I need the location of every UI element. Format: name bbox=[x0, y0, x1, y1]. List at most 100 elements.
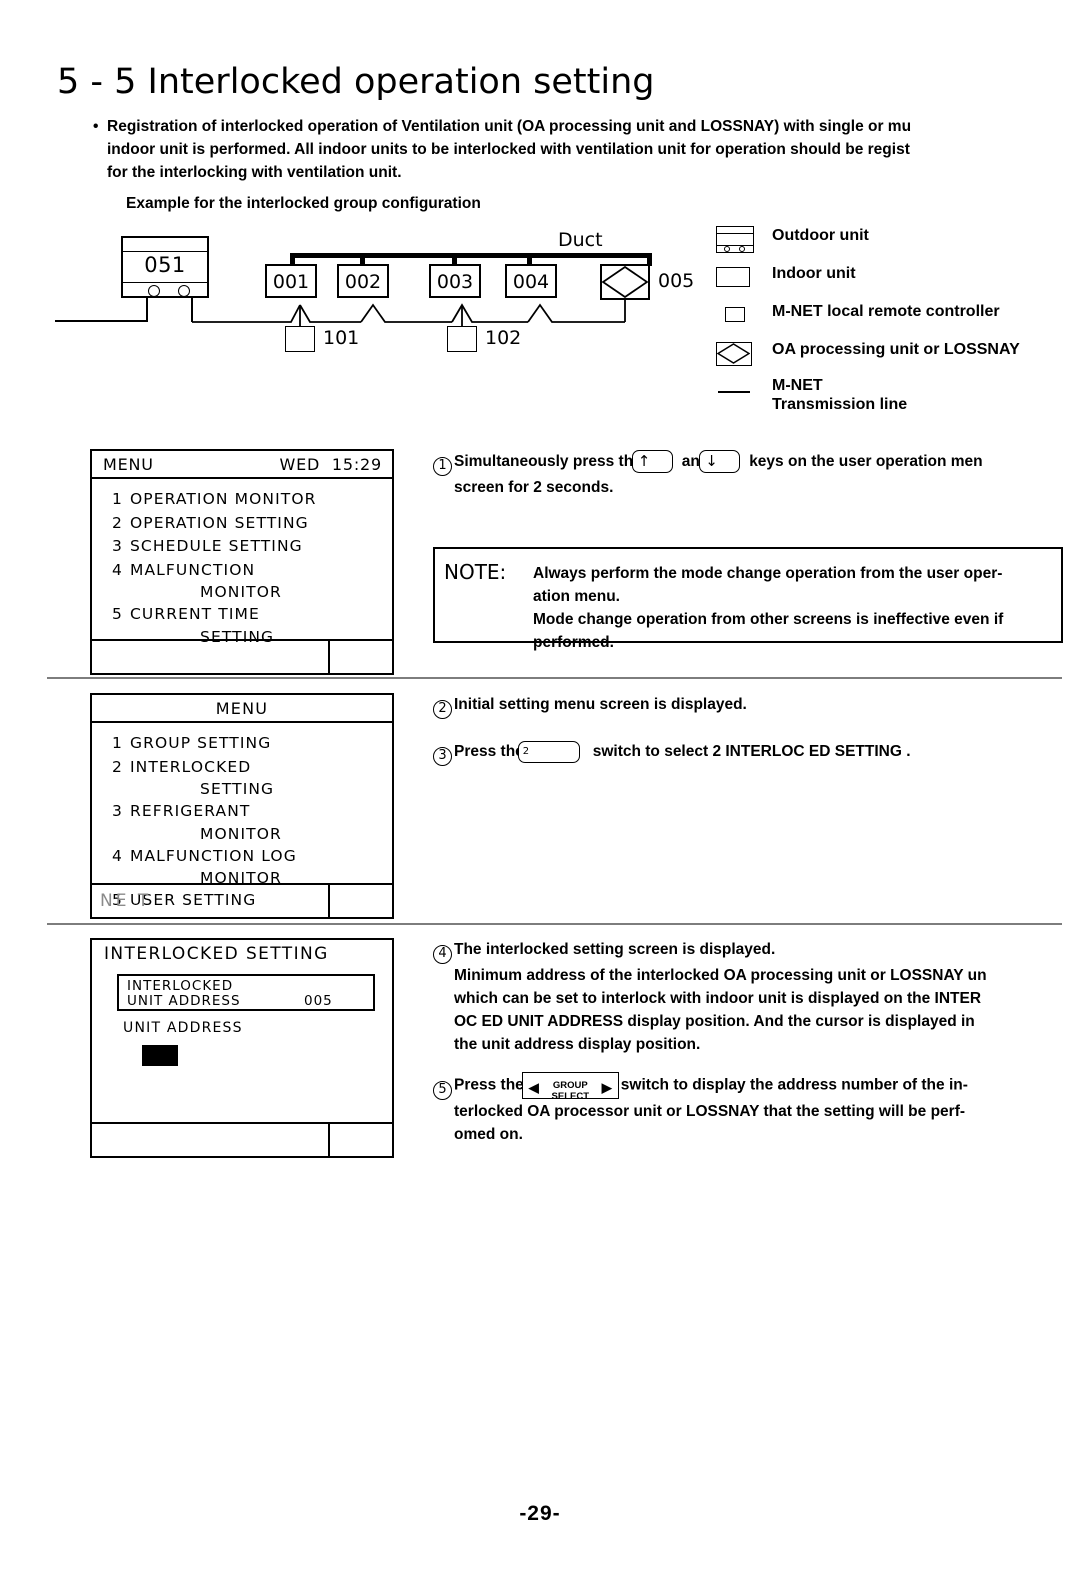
legend-item-remote-controller: M-NET local remote controller bbox=[716, 302, 1080, 327]
menu-item-4-number: 4 bbox=[112, 560, 123, 579]
up-arrow-key-button[interactable]: ↑ bbox=[631, 450, 673, 474]
lcd-screen-user-menu: MENU WED 15:29 1 OPERATION MONITOR 2 OPERA… bbox=[90, 449, 394, 675]
interlocked-box-line-1: INTERLOCKED bbox=[127, 978, 234, 994]
menu-item-3-number: 3 bbox=[112, 537, 123, 555]
lcd-footer-bar bbox=[92, 1122, 392, 1156]
remote-controller-icon bbox=[725, 307, 745, 322]
lcd-screen-interlocked-setting: INTERLOCKED SETTING INTERLOCKED UNIT ADD… bbox=[90, 938, 394, 1158]
note-line-2: ation menu. bbox=[533, 588, 620, 605]
menu-item-2-sub: SETTING bbox=[200, 780, 275, 798]
interlocked-box-line-2: UNIT ADDRESS bbox=[127, 993, 241, 1009]
remote-controller-102-label: 102 bbox=[485, 327, 522, 349]
legend-label-mnet: M-NET bbox=[772, 377, 823, 394]
legend-label-transmission-line: M-NET Transmission line bbox=[772, 376, 907, 414]
note-line-4: performed. bbox=[533, 634, 614, 651]
lcd-title-row: INTERLOCKED SETTING bbox=[92, 940, 392, 970]
menu-item-5-label: CURRENT TIME bbox=[129, 605, 260, 623]
lcd-screen-initial-menu: MENU 1 GROUP SETTING 2 INTERLOCKED SETTING… bbox=[90, 693, 394, 919]
legend-label-indoor-unit: Indoor unit bbox=[772, 265, 856, 282]
menu-item-1-label: GROUP SETTING bbox=[129, 734, 272, 752]
remote-controller-101-label: 101 bbox=[323, 327, 360, 349]
step-1-pre: Simultaneously press the bbox=[454, 453, 642, 470]
menu-item-4[interactable]: 4 MALFUNCTION LOG bbox=[92, 845, 392, 869]
oa-processing-unit-icon bbox=[716, 342, 752, 366]
step-4-line-3: which can be set to interlock with indoo… bbox=[454, 990, 982, 1007]
lcd-footer-next-button[interactable]: NE T bbox=[100, 891, 151, 911]
indoor-unit-003: 003 bbox=[429, 264, 481, 298]
transmission-line-icon bbox=[718, 391, 750, 393]
lcd-header: MENU WED 15:29 bbox=[92, 451, 392, 479]
menu-item-4-number: 4 bbox=[112, 846, 123, 865]
step-1-post: keys on the user operation men bbox=[749, 453, 983, 470]
lcd-header-time: 15:29 bbox=[331, 455, 382, 474]
intro-line-2: indoor unit is performed. All indoor uni… bbox=[107, 141, 910, 158]
legend-item-oa-processing-unit: OA processing unit or LOSSNAY bbox=[716, 340, 1080, 366]
menu-item-2-number: 2 bbox=[112, 513, 123, 532]
indoor-unit-001: 001 bbox=[265, 264, 317, 298]
step-5-pre: Press the bbox=[454, 1076, 524, 1094]
step-3: 3 Press the2 switch to select 2 INTERLOC … bbox=[433, 740, 1080, 766]
step-5-number: 5 bbox=[433, 1080, 452, 1100]
section-divider-2 bbox=[47, 923, 1062, 925]
lcd-footer-bar bbox=[92, 639, 392, 673]
page-title: 5 - 5 Interlocked operation setting bbox=[57, 62, 655, 102]
lcd-footer-divider bbox=[328, 1124, 330, 1156]
menu-item-5-number: 5 bbox=[112, 605, 123, 623]
menu-item-3[interactable]: 3 SCHEDULE SETTING bbox=[92, 535, 392, 559]
note-line-1: Always perform the mode change operation… bbox=[533, 565, 1003, 582]
menu-item-2[interactable]: 2 INTERLOCKED bbox=[92, 756, 392, 780]
menu-item-1-label: OPERATION MONITOR bbox=[129, 490, 317, 508]
interlocked-unit-address-box: INTERLOCKED UNIT ADDRESS 005 bbox=[117, 974, 375, 1011]
intro-line-3: for the interlocking with ventilation un… bbox=[107, 164, 402, 181]
legend-label-transmission: Transmission line bbox=[772, 396, 908, 413]
diamond-glyph bbox=[602, 266, 648, 298]
menu-item-3-number: 3 bbox=[112, 802, 123, 820]
remote-controller-102-icon bbox=[447, 326, 477, 352]
step-1: 1 Simultaneously press the↑ and↓ keys on … bbox=[433, 450, 1080, 499]
menu-item-2-label: INTERLOCKED bbox=[129, 757, 252, 776]
diagram-legend: Outdoor unit Indoor unit M-NET local rem… bbox=[716, 226, 1080, 433]
menu-item-3[interactable]: 3 REFRIGERANT bbox=[92, 800, 392, 824]
legend-item-indoor-unit: Indoor unit bbox=[716, 264, 1080, 289]
step-5: 5 Press the ◀ GROUP SELECT ▶ switch to display… bbox=[433, 1072, 1080, 1146]
section-divider-1 bbox=[47, 677, 1062, 679]
menu-item-2-number: 2 bbox=[112, 757, 123, 776]
group-select-button[interactable]: ◀ GROUP SELECT ▶ bbox=[521, 1072, 619, 1102]
lcd-menu-list: 1 GROUP SETTING 2 INTERLOCKED SETTING 3 REF… bbox=[92, 723, 392, 909]
step-4-line-4: OC ED UNIT ADDRESS display position. And… bbox=[454, 1013, 975, 1030]
intro-paragraph: • Registration of interlocked operation o… bbox=[93, 115, 1080, 215]
down-arrow-key-button[interactable]: ↓ bbox=[699, 450, 741, 474]
step-2-number: 2 bbox=[433, 700, 452, 719]
note-box: NOTE: Always perform the mode change ope… bbox=[433, 547, 1063, 651]
lcd-menu-list: 1 OPERATION MONITOR 2 OPERATION SETTING 3S… bbox=[92, 479, 392, 646]
menu-item-4-label: MALFUNCTION bbox=[129, 560, 256, 579]
number-2-key-button[interactable]: 2 bbox=[517, 740, 580, 763]
step-2-text: Initial setting menu screen is displayed… bbox=[454, 696, 747, 713]
lcd-header-title: MENU bbox=[103, 455, 154, 474]
menu-item-1-number: 1 bbox=[112, 490, 123, 508]
page-number: -29- bbox=[519, 1502, 561, 1525]
oa-unit-address-label: 005 bbox=[658, 270, 695, 292]
menu-item-1[interactable]: 1 GROUP SETTING bbox=[92, 732, 392, 756]
indoor-unit-icon bbox=[716, 267, 750, 287]
step-3-line-1: 3 Press the2 switch to select 2 INTERLOC … bbox=[433, 740, 1080, 766]
menu-item-2[interactable]: 2 OPERATION SETTING bbox=[92, 512, 392, 536]
duct-main-line bbox=[290, 253, 652, 258]
outdoor-unit-address: 051 bbox=[144, 253, 186, 277]
menu-item-4[interactable]: 4 MALFUNCTION bbox=[92, 559, 392, 583]
note-label: NOTE: bbox=[444, 560, 507, 584]
menu-item-5[interactable]: 5 CURRENT TIME bbox=[92, 603, 392, 627]
outdoor-unit-divider-top bbox=[123, 251, 207, 252]
legend-item-outdoor-unit: Outdoor unit bbox=[716, 226, 1080, 253]
step-5-post: switch to display the address number of … bbox=[620, 1076, 968, 1094]
legend-label-outdoor-unit: Outdoor unit bbox=[772, 227, 869, 244]
lcd-header-datetime: WED 15:29 bbox=[279, 455, 382, 474]
menu-item-1[interactable]: 1 OPERATION MONITOR bbox=[92, 488, 392, 512]
legend-item-transmission-line: M-NET Transmission line bbox=[716, 376, 1080, 420]
step-4-text-1: The interlocked setting screen is displa… bbox=[454, 941, 776, 958]
unit-address-cursor[interactable] bbox=[142, 1045, 178, 1066]
lcd-header-day: WED bbox=[279, 455, 321, 474]
indoor-unit-004: 004 bbox=[505, 264, 557, 298]
lcd-footer-bar: NE T bbox=[92, 883, 392, 917]
legend-label-oa-processing-unit: OA processing unit or LOSSNAY bbox=[772, 341, 1020, 358]
